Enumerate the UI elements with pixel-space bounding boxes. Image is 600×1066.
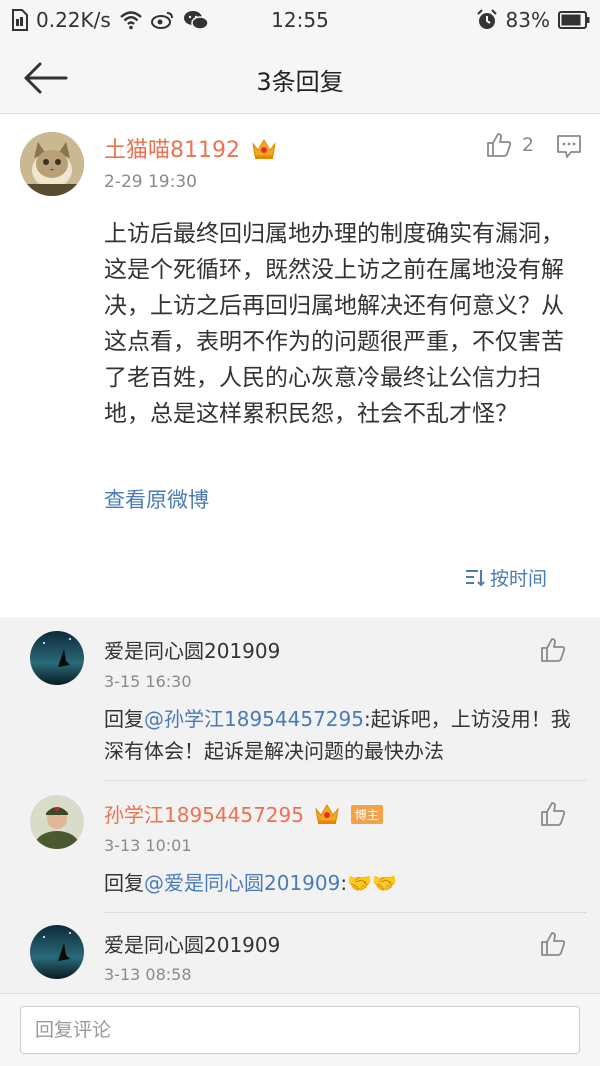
cat-avatar-image bbox=[20, 132, 84, 196]
avatar[interactable] bbox=[30, 795, 84, 849]
night-scene-avatar-image bbox=[30, 925, 84, 979]
sort-by-time-button[interactable]: 按时间 bbox=[464, 564, 547, 591]
avatar[interactable] bbox=[30, 925, 84, 979]
status-bar: 0.22K/s 12:55 83% bbox=[0, 0, 600, 42]
reply-item: 爱是同心圆201909 3-15 16:30 回复@孙学江18954457295… bbox=[0, 617, 600, 781]
sort-label: 按时间 bbox=[490, 568, 548, 590]
battery-percent: 83% bbox=[505, 8, 550, 32]
battery-icon bbox=[558, 11, 590, 29]
reply-username[interactable]: 孙学江18954457295 博主 bbox=[104, 799, 383, 828]
soldier-avatar-image bbox=[30, 795, 84, 849]
reply-comment-input[interactable]: 回复评论 bbox=[20, 1006, 580, 1054]
mention-link[interactable]: @爱是同心圆201909 bbox=[144, 871, 340, 895]
status-right: 83% bbox=[476, 8, 590, 32]
nav-bar: 3条回复 bbox=[0, 42, 600, 114]
username-text: 孙学江18954457295 bbox=[104, 803, 304, 827]
reply-prefix: 回复 bbox=[104, 871, 144, 895]
reply-text: 回复@爱是同心圆201909:🤝🤝 bbox=[104, 867, 584, 899]
thumbs-up-icon bbox=[487, 133, 512, 157]
thumbs-up-icon[interactable] bbox=[540, 637, 568, 663]
reply-time: 3-13 10:01 bbox=[104, 836, 192, 855]
thumbs-up-icon[interactable] bbox=[540, 931, 568, 957]
reply-item: 爱是同心圆201909 3-13 08:58 bbox=[0, 913, 600, 993]
mention-link[interactable]: @孙学江18954457295 bbox=[144, 707, 364, 731]
reply-time: 3-15 16:30 bbox=[104, 672, 192, 691]
view-original-link[interactable]: 查看原微博 bbox=[104, 484, 209, 514]
like-count: 2 bbox=[522, 134, 535, 156]
sort-icon bbox=[466, 569, 485, 586]
reply-item: 孙学江18954457295 博主 3-13 10:01 回复@爱是同心圆201… bbox=[0, 781, 600, 913]
comment-time: 2-29 19:30 bbox=[104, 172, 197, 192]
thumbs-up-icon[interactable] bbox=[540, 801, 568, 827]
replies-list: 爱是同心圆201909 3-15 16:30 回复@孙学江18954457295… bbox=[0, 617, 600, 993]
night-scene-avatar-image bbox=[30, 631, 84, 685]
main-comment: 土猫喵81192 2-29 19:30 2 上访后最终回归属地办理的制度确实有漏… bbox=[0, 114, 600, 617]
reply-body: :🤝🤝 bbox=[340, 871, 397, 895]
reply-username[interactable]: 爱是同心圆201909 bbox=[104, 929, 280, 958]
comment-reply-icon[interactable] bbox=[556, 134, 582, 160]
crown-icon bbox=[252, 139, 276, 159]
avatar[interactable] bbox=[20, 132, 84, 196]
blogger-badge: 博主 bbox=[350, 805, 383, 824]
reply-username[interactable]: 爱是同心圆201909 bbox=[104, 635, 280, 664]
comment-username[interactable]: 土猫喵81192 bbox=[104, 132, 277, 164]
avatar[interactable] bbox=[30, 631, 84, 685]
reply-input-bar: 回复评论 bbox=[0, 993, 600, 1066]
reply-text: 回复@孙学江18954457295:起诉吧，上访没用！我深有体会！起诉是解决问题… bbox=[104, 703, 584, 767]
comment-text: 上访后最终回归属地办理的制度确实有漏洞，这是个死循环，既然没上访之前在属地没有解… bbox=[104, 221, 564, 427]
alarm-icon bbox=[476, 9, 497, 29]
reply-time: 3-13 08:58 bbox=[104, 965, 192, 984]
reply-prefix: 回复 bbox=[104, 707, 144, 731]
like-button[interactable]: 2 bbox=[486, 132, 534, 158]
username-text: 土猫喵81192 bbox=[104, 138, 240, 163]
page-title: 3条回复 bbox=[256, 68, 344, 96]
crown-icon bbox=[315, 804, 340, 824]
